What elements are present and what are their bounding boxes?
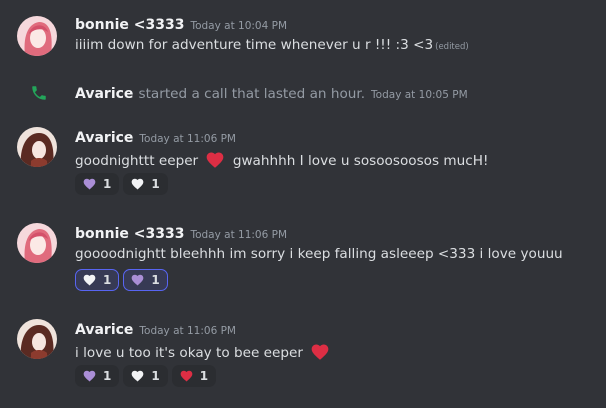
timestamp: Today at 10:05 PM xyxy=(371,89,468,101)
reaction-count: 1 xyxy=(199,369,209,383)
white-heart-icon xyxy=(132,370,144,382)
purple-heart-icon xyxy=(83,370,96,382)
reaction-count: 1 xyxy=(151,273,160,287)
message-text-after: gwahhhh I love u sosoosoosos mucH! xyxy=(232,153,489,169)
timestamp: Today at 11:06 PM xyxy=(190,229,288,241)
reaction-count: 1 xyxy=(103,273,112,287)
author-name[interactable]: bonnie <3333 xyxy=(75,17,184,33)
message-text: i love u too it's okay to bee eeper xyxy=(75,345,303,361)
reaction-count: 1 xyxy=(151,369,160,383)
reaction-count: 1 xyxy=(151,177,160,191)
reaction-white-heart[interactable]: 1 xyxy=(123,365,168,387)
red-heart-icon xyxy=(207,152,224,168)
purple-heart-icon xyxy=(83,178,96,190)
author-name[interactable]: Avarice xyxy=(75,130,133,146)
avatar-avarice[interactable] xyxy=(17,319,57,359)
reaction-purple-heart[interactable]: 1 xyxy=(75,173,120,195)
message-text: iiiim down for adventure time whenever u… xyxy=(75,37,434,53)
phone-icon xyxy=(32,86,46,100)
white-heart-icon xyxy=(83,274,96,286)
timestamp: Today at 11:06 PM xyxy=(139,133,236,145)
white-heart-icon xyxy=(132,178,144,190)
purple-heart-icon xyxy=(132,274,144,286)
avatar-bonnie[interactable] xyxy=(17,16,57,56)
reaction-white-heart[interactable]: 1 xyxy=(75,269,120,291)
reaction-count: 1 xyxy=(103,177,112,191)
call-text: started a call that lasted an hour. xyxy=(138,86,366,102)
reaction-red-heart[interactable]: 1 xyxy=(171,365,217,387)
edited-label: (edited) xyxy=(435,42,469,52)
red-heart-icon xyxy=(311,344,329,360)
reaction-white-heart[interactable]: 1 xyxy=(123,173,168,195)
reaction-purple-heart[interactable]: 1 xyxy=(123,269,168,291)
reaction-purple-heart[interactable]: 1 xyxy=(75,365,120,387)
timestamp: Today at 10:04 PM xyxy=(190,20,288,32)
timestamp: Today at 11:06 PM xyxy=(139,325,236,337)
avatar-bonnie[interactable] xyxy=(17,223,57,263)
author-name[interactable]: Avarice xyxy=(75,322,133,338)
avatar-avarice[interactable] xyxy=(17,127,57,167)
reaction-count: 1 xyxy=(103,369,112,383)
red-heart-icon xyxy=(180,370,193,382)
message-text: goodnighttt eeper xyxy=(75,153,199,169)
message-text: goooodnightt bleehhh im sorry i keep fal… xyxy=(75,246,563,262)
call-author[interactable]: Avarice xyxy=(75,86,133,102)
author-name[interactable]: bonnie <3333 xyxy=(75,226,184,242)
